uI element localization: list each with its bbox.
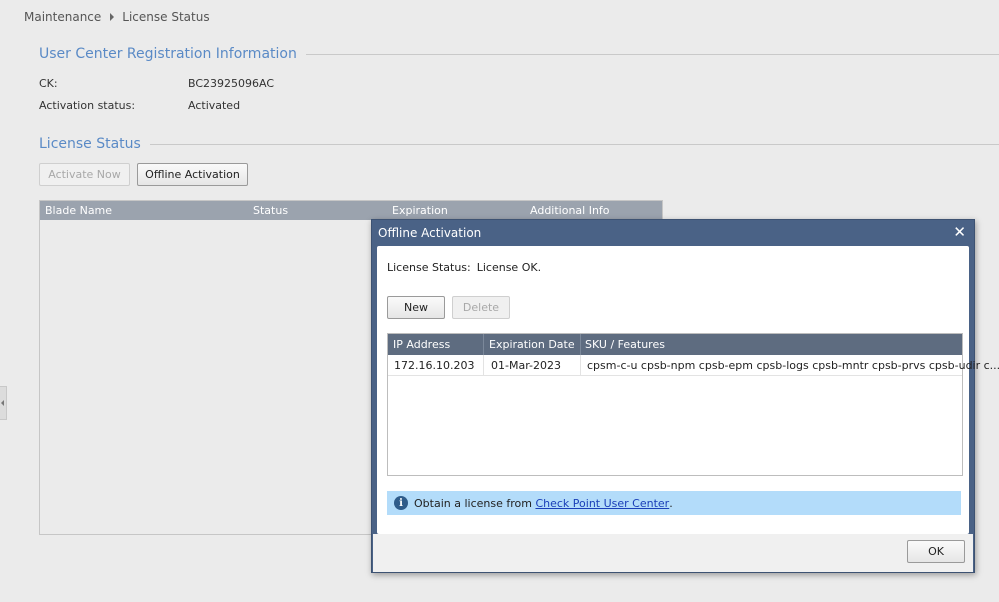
dialog-title-bar[interactable]: Offline Activation ✕: [372, 220, 974, 245]
license-status-label: License Status:: [387, 261, 471, 274]
license-status-line: License Status: License OK.: [387, 261, 541, 274]
activation-label: Activation status:: [39, 99, 136, 112]
new-button[interactable]: New: [387, 296, 445, 319]
breadcrumb-parent[interactable]: Maintenance: [24, 10, 101, 24]
registration-section-title: User Center Registration Information: [39, 46, 999, 62]
delete-button[interactable]: Delete: [452, 296, 510, 319]
chevron-right-icon: [110, 13, 115, 21]
breadcrumb: Maintenance License Status: [24, 10, 210, 24]
dialog-title: Offline Activation: [378, 226, 482, 240]
dialog-body: License Status: License OK. New Delete IP…: [377, 246, 999, 534]
license-table-header: IP Address Expiration Date SKU / Feature…: [388, 334, 962, 355]
license-section-title: License Status: [39, 136, 999, 152]
col-blade-name[interactable]: Blade Name: [45, 204, 112, 217]
info-icon: i: [394, 496, 408, 510]
col-expiration[interactable]: Expiration: [392, 204, 448, 217]
ck-row: CK: BC23925096AC: [39, 77, 274, 90]
activate-now-button[interactable]: Activate Now: [39, 163, 130, 186]
registration-title-text: User Center Registration Information: [39, 46, 297, 62]
col-status[interactable]: Status: [253, 204, 288, 217]
license-title-text: License Status: [39, 136, 141, 152]
col-expiration-date[interactable]: Expiration Date: [489, 338, 575, 351]
info-text: Obtain a license from: [414, 496, 532, 510]
col-sku-features[interactable]: SKU / Features: [585, 338, 665, 351]
ck-label: CK:: [39, 77, 58, 90]
table-header: Blade Name Status Expiration Additional …: [40, 201, 662, 220]
column-divider: [483, 334, 484, 355]
user-center-link[interactable]: Check Point User Center: [535, 497, 669, 510]
ck-value: BC23925096AC: [188, 77, 275, 90]
row-sku: cpsm-c-u cpsb-npm cpsb-epm cpsb-logs cps…: [587, 359, 999, 372]
collapse-panel-handle[interactable]: [0, 386, 7, 420]
column-divider: [580, 355, 581, 376]
breadcrumb-current: License Status: [122, 10, 210, 24]
activation-value: Activated: [188, 99, 241, 112]
divider: [149, 143, 999, 145]
col-additional-info[interactable]: Additional Info: [530, 204, 610, 217]
table-row[interactable]: 172.16.10.203 01-Mar-2023 cpsm-c-u cpsb-…: [388, 355, 999, 376]
dialog-footer: OK: [373, 534, 973, 572]
close-icon[interactable]: ✕: [953, 223, 966, 241]
column-divider: [483, 355, 484, 376]
info-suffix: .: [669, 496, 673, 510]
column-divider: [580, 334, 581, 355]
row-expiration: 01-Mar-2023: [491, 359, 561, 372]
col-ip-address[interactable]: IP Address: [393, 338, 450, 351]
info-bar: i Obtain a license from Check Point User…: [387, 491, 961, 515]
activation-row: Activation status: Activated: [39, 99, 240, 112]
divider: [305, 53, 999, 55]
ok-button[interactable]: OK: [907, 540, 965, 563]
offline-activation-button[interactable]: Offline Activation: [137, 163, 248, 186]
offline-activation-dialog: Offline Activation ✕ License Status: Lice…: [371, 219, 999, 573]
row-ip: 172.16.10.203: [394, 359, 475, 372]
license-table: IP Address Expiration Date SKU / Feature…: [387, 333, 999, 476]
license-status-value: License OK.: [476, 261, 542, 274]
